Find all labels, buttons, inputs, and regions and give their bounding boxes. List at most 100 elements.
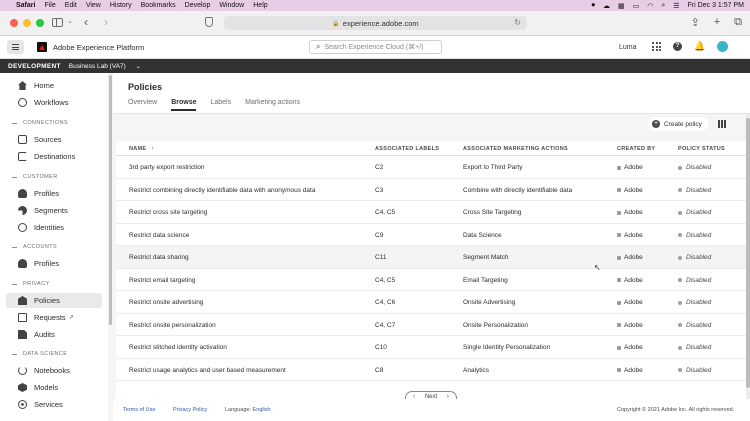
reload-icon[interactable]: ↻ [514, 18, 521, 27]
creator-label: Adobe [624, 186, 643, 194]
policy-created-by: Adobe [617, 164, 643, 171]
wifi-icon[interactable]: ◠ [647, 2, 653, 10]
table-row[interactable]: Restrict cross site targeting C4, C5 Cro… [116, 201, 746, 224]
policy-created-by: Adobe [617, 277, 643, 284]
menu-history[interactable]: History [110, 2, 132, 9]
sidebar-item-sources[interactable]: Sources [6, 132, 102, 147]
menu-toggle-button[interactable] [7, 40, 24, 54]
policy-created-by: Adobe [617, 209, 643, 216]
sidebar-item-label: Audits [34, 330, 55, 339]
app-name[interactable]: Adobe Experience Platform [53, 43, 144, 52]
chevron-down-icon[interactable]: ⌄ [136, 63, 141, 70]
privacy-policy-link[interactable]: Privacy Policy [173, 407, 207, 413]
table-row[interactable]: Restrict onsite personalization C4, C7 O… [116, 314, 746, 336]
table-row[interactable]: Restrict combining directly identifiable… [116, 179, 746, 201]
tab-labels[interactable]: Labels [210, 99, 231, 111]
sidebar-section-customer: CUSTOMER [12, 174, 58, 180]
sidebar-item-notebooks[interactable]: Notebooks [6, 363, 102, 378]
policies-panel: + Create policy NAME ↑ ASSOCIATED LABELS… [113, 114, 750, 403]
privacy-shield-icon[interactable] [205, 17, 213, 27]
close-window-button[interactable] [10, 19, 18, 27]
record-icon[interactable]: ⏺ [592, 2, 596, 10]
sidebar-item-audits[interactable]: Audits [6, 327, 102, 342]
tab-browse[interactable]: Browse [171, 99, 197, 111]
table-row[interactable]: Restrict stitched identity activation C1… [116, 336, 746, 359]
profiles-icon [18, 189, 27, 198]
status-dot-icon [678, 345, 682, 350]
sidebar-item-models[interactable]: Models [6, 380, 102, 395]
policy-action: Single Identity Personalization [463, 344, 551, 351]
cloud-icon[interactable]: ☁ [603, 2, 610, 10]
sidebar-item-destinations[interactable]: Destinations [6, 149, 102, 164]
table-row[interactable]: Restrict email targeting C4, C5 Email Ta… [116, 269, 746, 291]
policy-status: Disabled [678, 344, 711, 351]
grid-icon[interactable]: ▦ [618, 2, 625, 10]
chevron-down-icon[interactable]: ⌄ [67, 17, 73, 25]
left-nav: Home Workflows CONNECTIONS Sources Desti… [0, 73, 108, 421]
creator-label: Adobe [624, 299, 643, 306]
menu-develop[interactable]: Develop [185, 2, 211, 9]
policy-name: Restrict combining directly identifiable… [129, 186, 316, 194]
menu-window[interactable]: Window [219, 2, 244, 9]
sandbox-name[interactable]: Business Lab (VA7) [69, 63, 126, 70]
menubar-datetime[interactable]: Fri Dec 3 1:57 PM [688, 2, 744, 9]
address-bar[interactable]: 🔒 experience.adobe.com ↻ [224, 16, 527, 30]
table-row[interactable]: Restrict usage analytics and user based … [116, 359, 746, 381]
menu-app[interactable]: Safari [16, 2, 35, 9]
menu-bookmarks[interactable]: Bookmarks [141, 2, 176, 9]
sidebar-item-workflows[interactable]: Workflows [6, 95, 102, 110]
column-header-name[interactable]: NAME ↑ [129, 146, 154, 152]
back-icon[interactable]: ‹ [84, 15, 88, 29]
menu-help[interactable]: Help [253, 2, 267, 9]
search-input[interactable]: ⌕ Search Experience Cloud (⌘+/) [309, 40, 442, 54]
sidebar-item-services[interactable]: Services [6, 397, 102, 412]
tab-marketing-actions[interactable]: Marketing actions [245, 99, 300, 111]
sidebar-item-label: Notebooks [34, 366, 70, 375]
battery-icon[interactable]: ▭ [633, 2, 640, 10]
creator-label: Adobe [624, 231, 643, 239]
table-row[interactable]: 3rd party export restriction C2 Export t… [116, 156, 746, 179]
language-selector[interactable]: Language: English [225, 407, 271, 413]
table-row[interactable]: Restrict data science C9 Data Science Ad… [116, 224, 746, 246]
sidebar-item-account-profiles[interactable]: Profiles [6, 256, 102, 271]
forward-icon[interactable]: › [104, 15, 108, 29]
policy-action: Data Science [463, 231, 502, 239]
column-settings-icon[interactable] [718, 120, 726, 128]
table-row[interactable]: Restrict onsite advertising C4, C6 Onsit… [116, 291, 746, 314]
share-icon[interactable]: ⇪ [690, 16, 699, 29]
avatar[interactable] [717, 41, 729, 52]
sidebar-item-identities[interactable]: Identities [6, 220, 102, 235]
sidebar-item-home[interactable]: Home [6, 78, 102, 93]
column-header-created-by: CREATED BY [617, 146, 656, 152]
org-switcher[interactable]: Luma [619, 44, 637, 51]
status-dot-icon [678, 210, 682, 215]
apps-grid-icon[interactable] [652, 42, 661, 51]
sidebar-item-segments[interactable]: Segments [6, 203, 102, 218]
creator-label: Adobe [624, 209, 643, 216]
tab-overview-icon[interactable]: ⧉ [734, 16, 742, 29]
sidebar-item-customer-profiles[interactable]: Profiles [6, 186, 102, 201]
help-icon[interactable]: ? [673, 42, 682, 51]
table-scrollbar[interactable] [746, 114, 750, 399]
adobe-logo-icon[interactable] [37, 42, 47, 52]
sidebar-toggle-icon[interactable] [52, 18, 63, 27]
control-center-icon[interactable]: ☰ [673, 2, 679, 10]
search-icon[interactable]: ⌕ [661, 2, 665, 10]
status-dot-icon [678, 368, 682, 372]
new-tab-icon[interactable]: + [714, 16, 720, 29]
notifications-bell-icon[interactable]: 🔔 [694, 42, 705, 51]
sidebar-item-policies[interactable]: Policies [6, 293, 102, 308]
create-policy-button[interactable]: + Create policy [648, 117, 708, 131]
menu-view[interactable]: View [86, 2, 101, 9]
tab-overview[interactable]: Overview [128, 99, 157, 111]
sidebar-item-label: Home [34, 81, 55, 90]
terms-of-use-link[interactable]: Terms of Use [123, 407, 155, 413]
minimize-window-button[interactable] [23, 19, 31, 27]
menu-file[interactable]: File [44, 2, 55, 9]
menu-edit[interactable]: Edit [65, 2, 77, 9]
zoom-window-button[interactable] [36, 19, 44, 27]
sidebar-item-requests[interactable]: Requests ↗ [6, 310, 102, 325]
table-row[interactable]: Restrict data sharing C11 Segment Match … [116, 246, 746, 269]
sidebar-item-label: Profiles [34, 189, 60, 198]
policy-status: Disabled [678, 209, 711, 216]
